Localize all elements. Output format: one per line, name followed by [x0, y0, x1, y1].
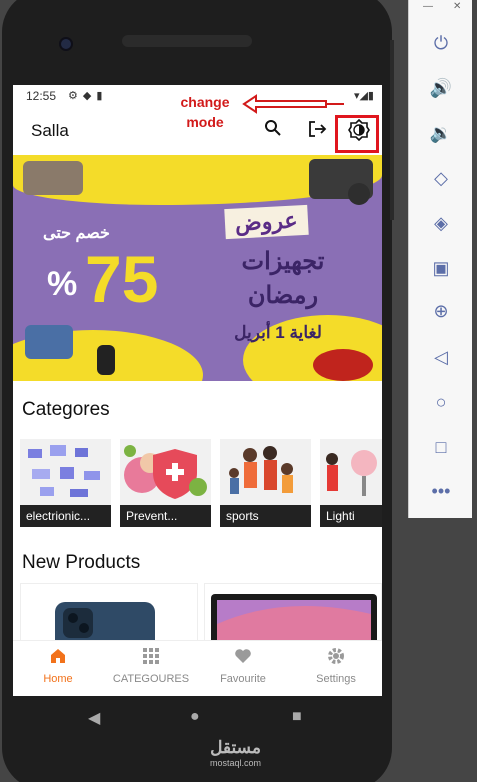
product-card-phone[interactable] — [20, 583, 198, 643]
category-card-prevention[interactable]: Prevent... — [120, 439, 211, 527]
back-triangle-icon[interactable]: ◁ — [425, 344, 457, 370]
banner-line-1: تجهيزات — [241, 248, 325, 275]
banner-line-3: لغاية 1 أبريل — [234, 323, 322, 342]
lighting-image — [326, 450, 377, 496]
status-notification-icons: ⚙◆▮ — [68, 90, 108, 102]
product-card-laptop[interactable] — [204, 583, 382, 643]
banner-percent-sign: % — [47, 265, 78, 303]
nav-home[interactable]: Home — [18, 647, 98, 685]
grid-icon — [111, 647, 191, 669]
blender-image — [97, 345, 115, 375]
category-card-sports[interactable]: sports — [220, 439, 311, 527]
phone-product-image — [55, 602, 155, 642]
more-icon[interactable]: ••• — [425, 478, 457, 504]
heart-icon — [203, 647, 283, 669]
category-label: sports — [220, 505, 311, 527]
nav-label: CATEGOURES — [112, 673, 190, 685]
home-circle-icon[interactable]: ● — [190, 708, 200, 726]
nav-settings[interactable]: Settings — [296, 647, 376, 685]
signal-battery-icons: ▾◢▮ — [353, 90, 374, 102]
volume-up-icon[interactable]: 🔊 — [425, 75, 457, 101]
front-camera — [59, 37, 73, 51]
nav-favourite[interactable]: Favourite — [203, 647, 283, 685]
change-mode-annotation: change mode — [175, 92, 235, 132]
nav-label: Settings — [316, 673, 356, 685]
new-products-list[interactable] — [20, 583, 382, 643]
overview-square-icon[interactable]: □ — [425, 434, 457, 460]
red-pot-image — [313, 349, 373, 381]
emulator-toolbar: — ✕ ⏻ 🔊 🔉 ◇ ◈ ▣ ⊕ ◁ ○ □ ••• — [408, 0, 472, 518]
category-label: Lighti — [320, 505, 382, 527]
nav-label: Home — [43, 673, 73, 685]
categories-list[interactable]: electrionic... Prevent... sports Lighti — [20, 439, 382, 531]
electronics-image — [28, 445, 100, 497]
annotation-line-1: change — [180, 94, 230, 110]
sports-image — [229, 446, 293, 494]
banner-offer-tag: عروض — [224, 204, 309, 240]
banner-line-2: رمضان — [247, 282, 319, 309]
volume-down-icon[interactable]: 🔉 — [425, 120, 457, 146]
home-circle-outline-icon[interactable]: ○ — [425, 389, 457, 415]
earpiece-speaker — [122, 35, 252, 47]
nav-label: Favourite — [220, 673, 266, 685]
rotate-left-icon[interactable]: ◇ — [425, 165, 457, 191]
banner-discount-label: خصم حتى — [43, 225, 110, 242]
watermark: مستقل mostaql.com — [210, 738, 261, 768]
phone-side-button — [390, 40, 394, 220]
power-icon[interactable]: ⏻ — [425, 30, 457, 56]
emulator-window-controls: — ✕ — [409, 0, 473, 14]
prevention-image — [124, 445, 207, 499]
rotate-right-icon[interactable]: ◈ — [425, 210, 457, 236]
bottom-navigation: Home CATEGOURES Favourite Settings — [13, 640, 382, 696]
logout-icon[interactable] — [305, 119, 329, 143]
gear-icon — [296, 647, 376, 669]
app-screen: 12:55 ⚙◆▮ ▾◢▮ Salla خصم حتى 75 % عروض تج… — [13, 85, 382, 696]
watermark-latin: mostaql.com — [210, 758, 262, 768]
nav-categories[interactable]: CATEGOURES — [111, 647, 191, 685]
change-mode-highlight-box — [335, 115, 379, 153]
laptop-product-image — [211, 594, 377, 642]
banner-discount-number: 75 — [85, 242, 159, 316]
android-nav-bar: ◀ ● ■ — [0, 696, 390, 742]
emulator-window: 12:55 ⚙◆▮ ▾◢▮ Salla خصم حتى 75 % عروض تج… — [0, 0, 477, 782]
pot-image — [348, 183, 370, 205]
tv-image — [25, 325, 73, 359]
status-time: 12:55 — [26, 89, 57, 103]
zoom-icon[interactable]: ⊕ — [425, 298, 457, 324]
category-card-lighting[interactable]: Lighti — [320, 439, 382, 527]
minimize-icon[interactable]: — — [423, 1, 433, 12]
back-icon[interactable]: ◀ — [88, 708, 100, 728]
close-icon[interactable]: ✕ — [453, 1, 461, 12]
category-card-electronics[interactable]: electrionic... — [20, 439, 111, 527]
search-icon[interactable] — [261, 119, 285, 143]
recents-icon[interactable]: ■ — [292, 708, 302, 726]
new-products-heading: New Products — [22, 552, 141, 573]
home-icon — [18, 647, 98, 669]
camera-screenshot-icon[interactable]: ▣ — [425, 255, 457, 281]
app-title: Salla — [31, 121, 69, 140]
category-label: Prevent... — [120, 505, 211, 527]
category-label: electrionic... — [20, 505, 111, 527]
promo-banner[interactable]: خصم حتى 75 % عروض تجهيزات رمضان لغاية 1 … — [13, 155, 382, 381]
categories-heading: Categores — [22, 399, 110, 420]
muffin-tray-image — [23, 161, 83, 195]
annotation-line-2: mode — [186, 114, 224, 130]
annotation-arrow — [242, 94, 344, 114]
watermark-arabic: مستقل — [210, 738, 261, 757]
